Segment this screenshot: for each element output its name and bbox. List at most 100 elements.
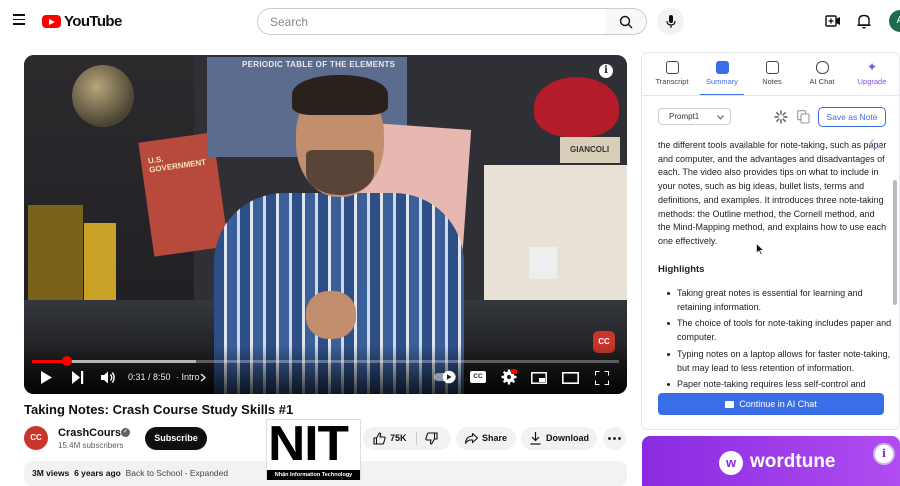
notifications-bell-icon[interactable] — [857, 13, 871, 29]
more-horizontal-icon — [608, 437, 621, 440]
youtube-play-icon — [42, 15, 61, 28]
like-thumb-icon[interactable] — [373, 432, 386, 445]
account-avatar[interactable]: A — [889, 10, 900, 32]
loading-ring-icon — [869, 138, 881, 150]
wordtune-info-icon[interactable]: i — [873, 443, 895, 465]
highlight-item: The choice of tools for note-taking incl… — [666, 317, 898, 344]
voice-search-button[interactable] — [657, 8, 684, 35]
tab-upgrade[interactable]: ✦ Upgrade — [850, 60, 894, 87]
tab-transcript[interactable]: Transcript — [650, 61, 694, 86]
video-scene-presenter-hair — [292, 75, 388, 115]
time-display: 0:31 / 8:50 — [128, 372, 171, 382]
share-button[interactable]: Share — [456, 427, 516, 450]
wordtune-logo-icon: w — [719, 451, 743, 475]
theater-mode-icon[interactable] — [562, 372, 579, 384]
tab-label: Upgrade — [857, 77, 887, 86]
mic-icon — [665, 14, 676, 28]
menu-icon[interactable] — [13, 14, 25, 25]
video-info-icon[interactable]: i — [599, 64, 613, 78]
tab-ai-chat[interactable]: AI Chat — [800, 61, 844, 86]
video-title: Taking Notes: Crash Course Study Skills … — [24, 402, 294, 417]
subscribe-button[interactable]: Subscribe — [145, 427, 207, 450]
upload-age: 6 years ago — [74, 468, 121, 478]
copy-icon[interactable] — [797, 110, 810, 124]
like-dislike-group: 75K — [363, 427, 451, 450]
share-arrow-icon — [465, 433, 478, 444]
video-scene-book-label: GIANCOLI — [560, 137, 620, 163]
nit-watermark-logo: NIT Nhận Information Technology — [266, 417, 361, 480]
panel-scrollbar[interactable] — [893, 180, 897, 305]
share-label: Share — [482, 433, 508, 443]
chevron-right-icon[interactable] — [200, 373, 206, 382]
summary-icon — [715, 61, 729, 74]
highlight-item: Typing notes on a laptop allows for fast… — [666, 348, 898, 375]
nit-logo-text: NIT — [268, 417, 349, 471]
video-scene-books — [28, 205, 83, 305]
progress-scrubber[interactable] — [61, 356, 72, 366]
prompt-select[interactable]: Prompt1 — [658, 108, 731, 125]
chevron-down-icon — [717, 115, 724, 120]
summary-text: the different tools available for note-t… — [658, 140, 887, 246]
chat-icon — [815, 61, 829, 74]
save-as-note-button[interactable]: Save as Note — [818, 107, 886, 127]
download-icon — [530, 432, 541, 445]
tab-summary[interactable]: Summary — [700, 61, 744, 86]
channel-name[interactable]: CrashCourse — [58, 427, 127, 439]
channel-avatar[interactable]: CC — [24, 426, 48, 450]
create-video-icon[interactable] — [825, 14, 841, 28]
wordtune-brand-text: wordtune — [750, 451, 836, 472]
tab-label: Summary — [705, 77, 739, 86]
search-input[interactable]: Search — [257, 8, 606, 35]
search-button[interactable] — [605, 8, 647, 35]
nit-logo-caption: Nhận Information Technology — [267, 470, 360, 480]
tab-label: Transcript — [655, 77, 689, 86]
tab-divider — [641, 95, 900, 96]
autoplay-toggle-icon[interactable] — [434, 370, 458, 384]
miniplayer-icon[interactable] — [531, 372, 547, 384]
fullscreen-icon[interactable] — [595, 371, 609, 385]
video-scene-board — [484, 165, 627, 300]
settings-gear-icon[interactable] — [501, 369, 517, 385]
top-bar: YouTube Search A — [0, 0, 900, 44]
chapter-label[interactable]: · Intro — [176, 372, 200, 382]
volume-icon[interactable] — [101, 371, 116, 384]
tab-label: Notes — [762, 77, 782, 86]
sparkle-icon: ✦ — [866, 60, 878, 74]
play-icon[interactable] — [40, 371, 52, 384]
video-scene-mug — [529, 247, 557, 279]
video-scene-globe — [72, 65, 134, 127]
progress-bar[interactable] — [32, 360, 619, 363]
subscriber-count: 15.4M subscribers — [58, 441, 124, 450]
dislike-thumb-icon[interactable] — [425, 432, 438, 445]
prompt-select-value: Prompt1 — [669, 112, 700, 121]
controls-gradient — [24, 345, 627, 394]
like-divider — [416, 432, 417, 445]
video-scene-books-2 — [84, 223, 116, 305]
video-player[interactable]: U.S. GOVERNMENT PERIODIC TABLE OF THE EL… — [24, 55, 627, 394]
mouse-cursor-icon — [756, 243, 764, 255]
captions-icon[interactable]: CC — [470, 371, 486, 383]
chat-bubble-icon — [725, 400, 735, 408]
download-label: Download — [546, 433, 589, 443]
continue-in-ai-chat-button[interactable]: Continue in AI Chat — [658, 393, 884, 415]
highlights-heading: Highlights — [658, 264, 705, 275]
transcript-icon — [665, 61, 679, 74]
notes-icon — [765, 61, 779, 74]
regenerate-spinner-icon[interactable] — [774, 110, 788, 124]
video-scene-presenter-beard — [306, 150, 374, 195]
periodic-table-title: PERIODIC TABLE OF THE ELEMENTS — [242, 60, 396, 69]
highlight-item: Paper note-taking requires less self-con… — [666, 378, 898, 392]
description-snippet: Back to School - Expanded — [125, 468, 229, 478]
highlights-list: Taking great notes is essential for lear… — [666, 287, 898, 395]
more-actions-button[interactable] — [603, 427, 626, 450]
video-scene-helmet — [534, 77, 619, 137]
search-icon — [619, 15, 633, 29]
download-button[interactable]: Download — [521, 427, 597, 450]
like-count[interactable]: 75K — [390, 427, 407, 450]
tab-notes[interactable]: Notes — [750, 61, 794, 86]
highlight-item: Taking great notes is essential for lear… — [666, 287, 898, 314]
next-icon[interactable] — [71, 371, 84, 384]
youtube-logo[interactable]: YouTube — [42, 13, 122, 30]
view-count: 3M views — [32, 468, 70, 478]
verified-badge-icon: ✓ — [121, 428, 130, 437]
